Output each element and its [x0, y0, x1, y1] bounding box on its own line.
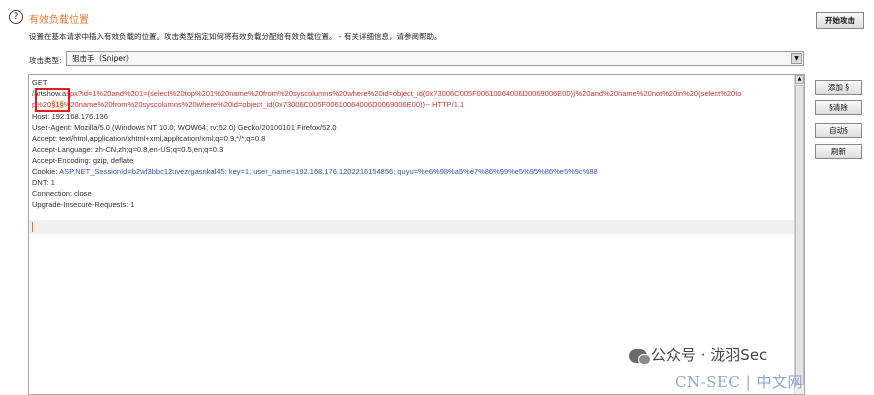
url-query: spx?id=1%20and%201=(select%20top%201%20n… — [66, 89, 742, 98]
current-line-highlight — [29, 220, 795, 234]
header-accept: Accept: text/html,application/xhtml+xml,… — [32, 134, 266, 143]
attack-type-select[interactable]: 狙击手（Sniper） ▼ — [66, 51, 804, 66]
cookie-value: =%e6%98%a5%e7%86%99%e5%95%86%e5%9c%88 — [413, 167, 598, 176]
cookie-key: ASP.NET_SessionId — [59, 167, 128, 176]
add-payload-marker-button[interactable]: 添加 § — [815, 80, 862, 95]
section-description: 设置在基本请求中插入有效负载的位置。攻击类型指定如何将有效负载分配给有效负载位置… — [29, 32, 442, 41]
chevron-down-icon[interactable]: ▼ — [791, 53, 802, 64]
header-upgrade: Upgrade-Insecure-Requests: 1 — [32, 200, 135, 209]
header-connection: Connection: close — [32, 189, 92, 198]
cookie-key: user_name — [253, 167, 291, 176]
header-accept-language: Accept-Language: zh-CN,zh;q=0.8,en-US;q=… — [32, 145, 224, 154]
request-line-url: /artshow.aspx?id=1%20and%201=(select%20t… — [32, 89, 741, 98]
cookie-value: =b2wf3bbc12uvezrgasnkal45; — [127, 167, 229, 176]
refresh-button[interactable]: 刷新 — [815, 144, 862, 159]
help-icon[interactable]: ? — [9, 10, 23, 24]
red-annotation-box — [35, 88, 70, 112]
editor-scrollbar[interactable]: ▲ — [794, 75, 804, 394]
start-attack-button[interactable]: 开始攻击 — [816, 12, 864, 29]
watermark-cnsec: CN-SEC | 中文网 — [675, 373, 803, 391]
section-title: 有效负载位置 — [29, 15, 89, 26]
header-user-agent: User-Agent: Mozilla/5.0 (Windows NT 10.0… — [32, 123, 337, 132]
header-cookie: Cookie: ASP.NET_SessionId=b2wf3bbc12uvez… — [32, 167, 598, 176]
cookie-value: =192.168.176.1202216154856; — [290, 167, 398, 176]
attack-type-value: 狙击手（Sniper） — [72, 54, 134, 63]
cookie-key: quyu — [397, 167, 414, 176]
cookie-label: Cookie: — [32, 167, 60, 176]
watermark-wechat: 公众号 · 泷羽Sec — [629, 344, 767, 365]
header-host: Host: 192.168.176.136 — [32, 112, 108, 121]
attack-type-label: 攻击类型: — [29, 56, 62, 65]
scroll-up-icon[interactable]: ▲ — [795, 75, 804, 84]
watermark-text: 公众号 · 泷羽Sec — [651, 346, 768, 364]
request-line-method: GET — [32, 78, 48, 87]
clear-payload-markers-button[interactable]: §清除 — [815, 100, 862, 115]
cookie-key: key — [228, 167, 241, 176]
header-accept-encoding: Accept-Encoding: gzip, deflate — [32, 156, 134, 165]
request-line-url-cont: p%20§1§%20name%20from%20syscolumns%20whe… — [32, 100, 464, 109]
auto-payload-markers-button[interactable]: 自动§ — [815, 123, 862, 138]
scroll-thumb[interactable] — [795, 85, 804, 385]
header-dnt: DNT: 1 — [32, 178, 55, 187]
url-query-rest: %20name%20from%20syscolumns%20where%20id… — [63, 100, 465, 109]
text-caret — [32, 222, 33, 232]
wechat-icon — [629, 348, 651, 365]
cookie-value: =1; — [240, 167, 254, 176]
